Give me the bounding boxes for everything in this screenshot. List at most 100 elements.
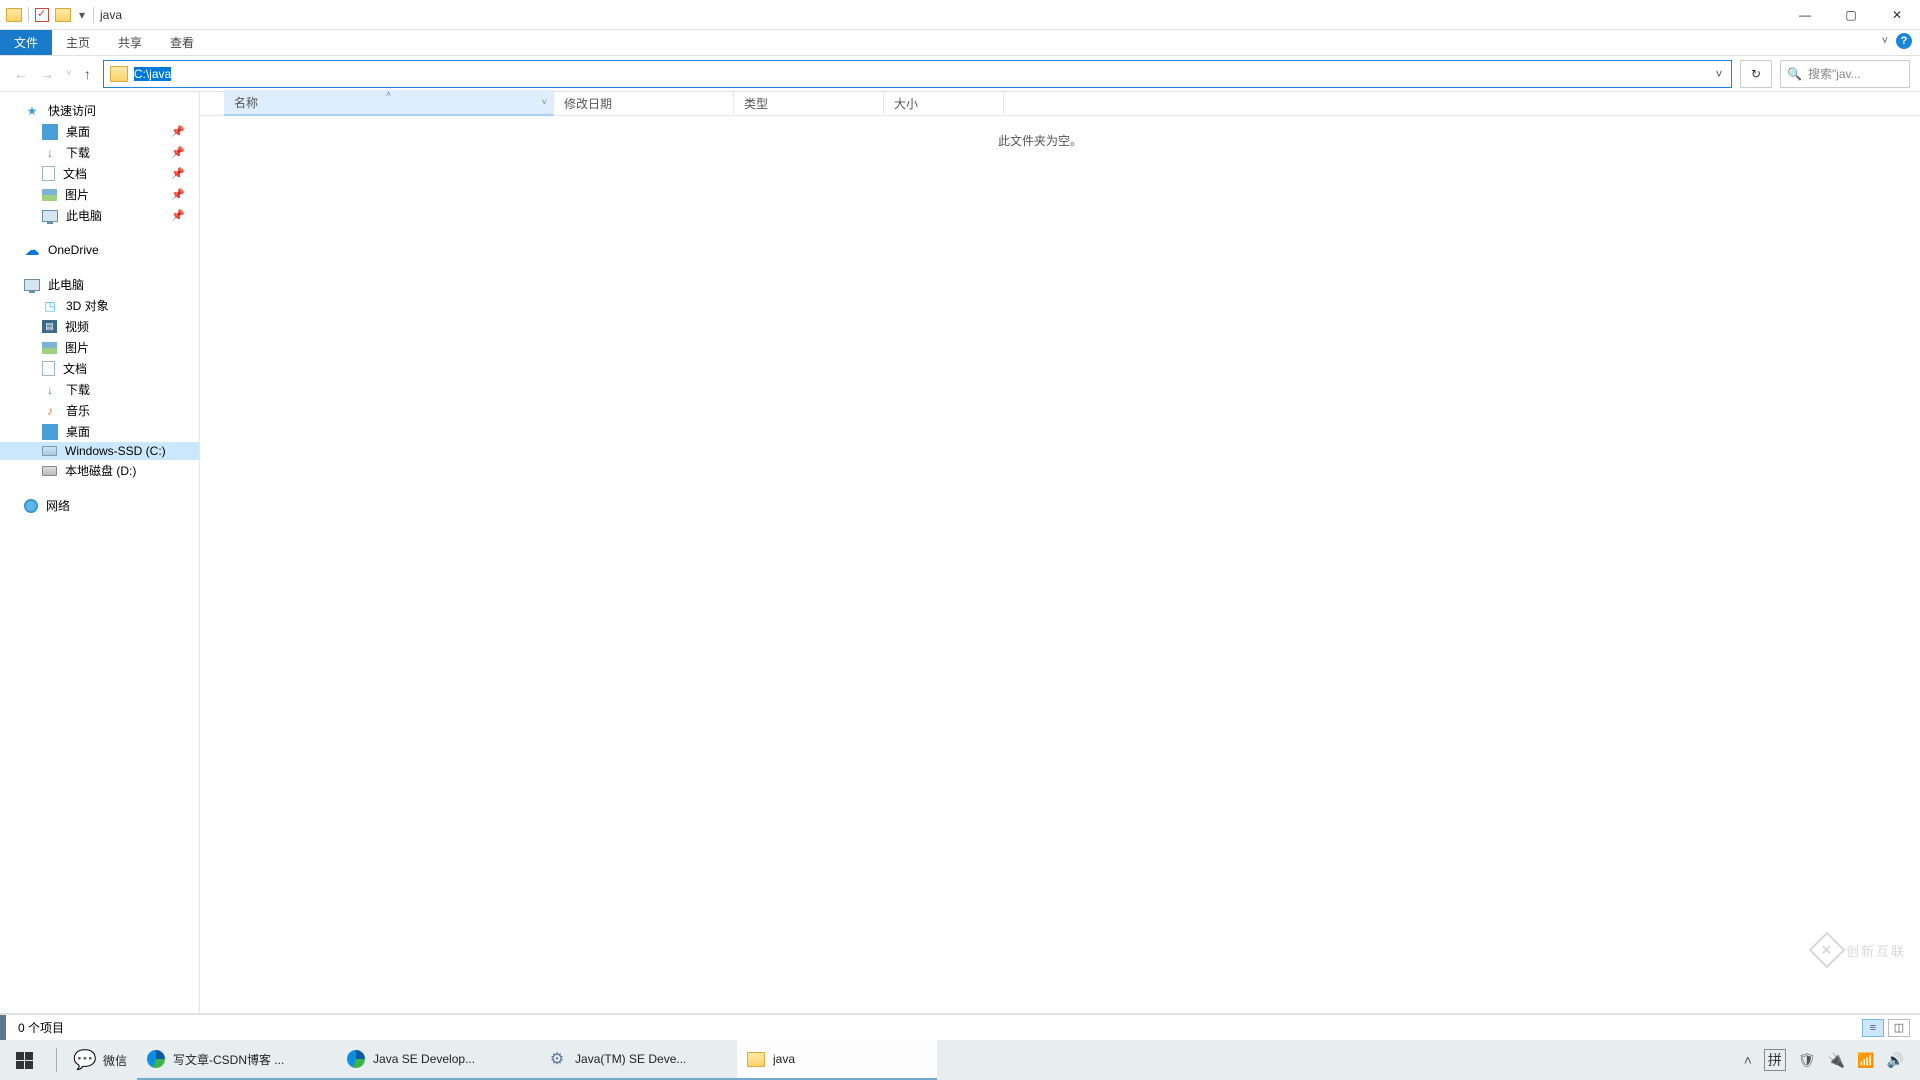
column-type[interactable]: 类型 (734, 92, 884, 115)
sidebar-item-pc-8[interactable]: 本地磁盘 (D:) (0, 460, 199, 481)
system-tray[interactable]: ˄ 拼 🛡 🔌 📶 🔊 (1744, 1049, 1920, 1071)
start-button[interactable] (0, 1040, 48, 1080)
empty-folder-message: 此文件夹为空。 (200, 132, 1880, 149)
search-placeholder: 搜索"jav... (1808, 65, 1861, 82)
quick-access-header[interactable]: ★ 快速访问 (0, 100, 199, 121)
this-pc-header[interactable]: 此电脑 (0, 274, 199, 295)
ime-indicator[interactable]: 拼 (1764, 1049, 1786, 1071)
taskbar-item-label: Java(TM) SE Deve... (575, 1052, 686, 1066)
installer-icon: ⚙ (547, 1049, 567, 1069)
security-icon[interactable]: 🛡 (1798, 1052, 1816, 1069)
close-button[interactable]: ✕ (1874, 0, 1920, 30)
help-icon[interactable]: ? (1896, 33, 1912, 49)
tab-file[interactable]: 文件 (0, 30, 52, 55)
network-label: 网络 (46, 497, 70, 514)
file-list-area[interactable]: ˄ 名称 ˅ 修改日期 类型 大小 此文件夹为空。 ✕ 创新互联 (200, 92, 1920, 1013)
taskbar-item-1[interactable]: 写文章-CSDN博客 ... (137, 1040, 337, 1080)
cube-icon: ◳ (42, 298, 58, 314)
sidebar-item-pc-7[interactable]: Windows-SSD (C:) (0, 442, 199, 460)
watermark-text: 创新互联 (1846, 941, 1906, 960)
network-group: 网络 (0, 495, 199, 516)
back-button[interactable]: ← (14, 66, 28, 82)
square-blue-icon (42, 124, 58, 140)
column-size[interactable]: 大小 (884, 92, 1004, 115)
pc-icon (24, 279, 40, 291)
sidebar-item-pc-3[interactable]: 文档 (0, 358, 199, 379)
item-count: 0 个项目 (18, 1019, 64, 1036)
search-box[interactable]: 🔍 搜索"jav... (1780, 60, 1910, 88)
title-bar: ▾ java — ▢ ✕ (0, 0, 1920, 30)
sidebar-item-label: 文档 (63, 165, 87, 182)
up-button[interactable]: ↑ (84, 66, 91, 82)
taskbar-divider (56, 1048, 57, 1072)
properties-icon[interactable] (35, 8, 49, 22)
sort-asc-icon: ˄ (386, 89, 391, 99)
sidebar-item-pc-0[interactable]: ◳ 3D 对象 (0, 295, 199, 316)
wifi-icon[interactable]: 📶 (1857, 1052, 1874, 1069)
refresh-button[interactable]: ↻ (1740, 60, 1772, 88)
windows-logo-icon (16, 1052, 33, 1069)
quick-access-label: 快速访问 (48, 102, 96, 119)
sidebar-item-pc-2[interactable]: 图片 (0, 337, 199, 358)
volume-icon[interactable]: 🔊 (1887, 1052, 1904, 1069)
sidebar-item-pc-6[interactable]: 桌面 (0, 421, 199, 442)
minimize-button[interactable]: — (1782, 0, 1828, 30)
details-view-button[interactable]: ≡ (1862, 1019, 1884, 1037)
sidebar-item-quick-0[interactable]: 桌面 📌 (0, 121, 199, 142)
network-header[interactable]: 网络 (0, 495, 199, 516)
sidebar-item-label: 桌面 (66, 123, 90, 140)
taskbar-item-4[interactable]: java (737, 1040, 937, 1080)
sidebar-item-pc-5[interactable]: ♪ 音乐 (0, 400, 199, 421)
sidebar-item-quick-3[interactable]: 图片 📌 (0, 184, 199, 205)
recent-dropdown-icon[interactable]: ˅ (66, 68, 72, 79)
wechat-icon: 💬 (75, 1050, 95, 1070)
column-date-label: 修改日期 (564, 95, 612, 112)
network-icon (24, 499, 38, 513)
sidebar-item-quick-4[interactable]: 此电脑 📌 (0, 205, 199, 226)
qat-dropdown-icon[interactable]: ▾ (77, 8, 87, 22)
quick-access-toolbar: ▾ (0, 7, 94, 23)
folder-icon (6, 8, 22, 22)
pin-icon: 📌 (171, 188, 185, 201)
column-filter-icon[interactable]: ˅ (542, 97, 547, 107)
taskbar-item-label: 写文章-CSDN博客 ... (173, 1051, 284, 1068)
taskbar-item-0[interactable]: 💬 微信 (65, 1040, 137, 1080)
pic-icon (42, 342, 57, 354)
forward-button[interactable]: → (40, 66, 54, 82)
sidebar-item-pc-4[interactable]: ↓ 下载 (0, 379, 199, 400)
tab-share[interactable]: 共享 (104, 30, 156, 55)
sidebar-item-label: 下载 (66, 144, 90, 161)
sidebar-item-quick-1[interactable]: ↓ 下载 📌 (0, 142, 199, 163)
tab-view[interactable]: 查看 (156, 30, 208, 55)
watermark-icon: ✕ (1809, 932, 1846, 969)
battery-icon[interactable]: 🔌 (1828, 1052, 1845, 1069)
maximize-button[interactable]: ▢ (1828, 0, 1874, 30)
tab-home[interactable]: 主页 (52, 30, 104, 55)
pic-icon (42, 189, 57, 201)
film-icon: ▤ (42, 320, 57, 333)
column-name[interactable]: ˄ 名称 ˅ (224, 90, 554, 116)
sidebar-item-label: 桌面 (66, 423, 90, 440)
address-dropdown-icon[interactable]: ˅ (1707, 67, 1731, 81)
sidebar-item-label: 本地磁盘 (D:) (65, 462, 136, 479)
sidebar-item-pc-1[interactable]: ▤ 视频 (0, 316, 199, 337)
pc-icon (42, 210, 58, 222)
icons-view-button[interactable]: ◫ (1888, 1019, 1910, 1037)
address-bar[interactable]: ˅ (103, 60, 1732, 88)
taskbar[interactable]: 💬 微信 写文章-CSDN博客 ... Java SE Develop... ⚙… (0, 1040, 1920, 1080)
tray-chevron-icon[interactable]: ˄ (1744, 1052, 1752, 1068)
taskbar-item-2[interactable]: Java SE Develop... (337, 1040, 537, 1080)
taskbar-item-3[interactable]: ⚙ Java(TM) SE Deve... (537, 1040, 737, 1080)
onedrive-header[interactable]: ☁ OneDrive (0, 240, 199, 260)
new-folder-icon[interactable] (55, 8, 71, 22)
ribbon-collapse-icon[interactable]: ˅ (1882, 35, 1888, 47)
address-input[interactable] (134, 67, 1707, 81)
navigation-pane[interactable]: ★ 快速访问 桌面 📌 ↓ 下载 📌 文档 📌 图片 📌 此电脑 📌 (0, 92, 200, 1013)
watermark: ✕ 创新互联 (1814, 937, 1906, 963)
sidebar-item-label: 图片 (65, 339, 89, 356)
column-date[interactable]: 修改日期 (554, 92, 734, 115)
pin-icon: 📌 (171, 167, 185, 180)
sidebar-item-quick-2[interactable]: 文档 📌 (0, 163, 199, 184)
window-title: java (94, 8, 122, 22)
sidebar-item-label: 音乐 (66, 402, 90, 419)
